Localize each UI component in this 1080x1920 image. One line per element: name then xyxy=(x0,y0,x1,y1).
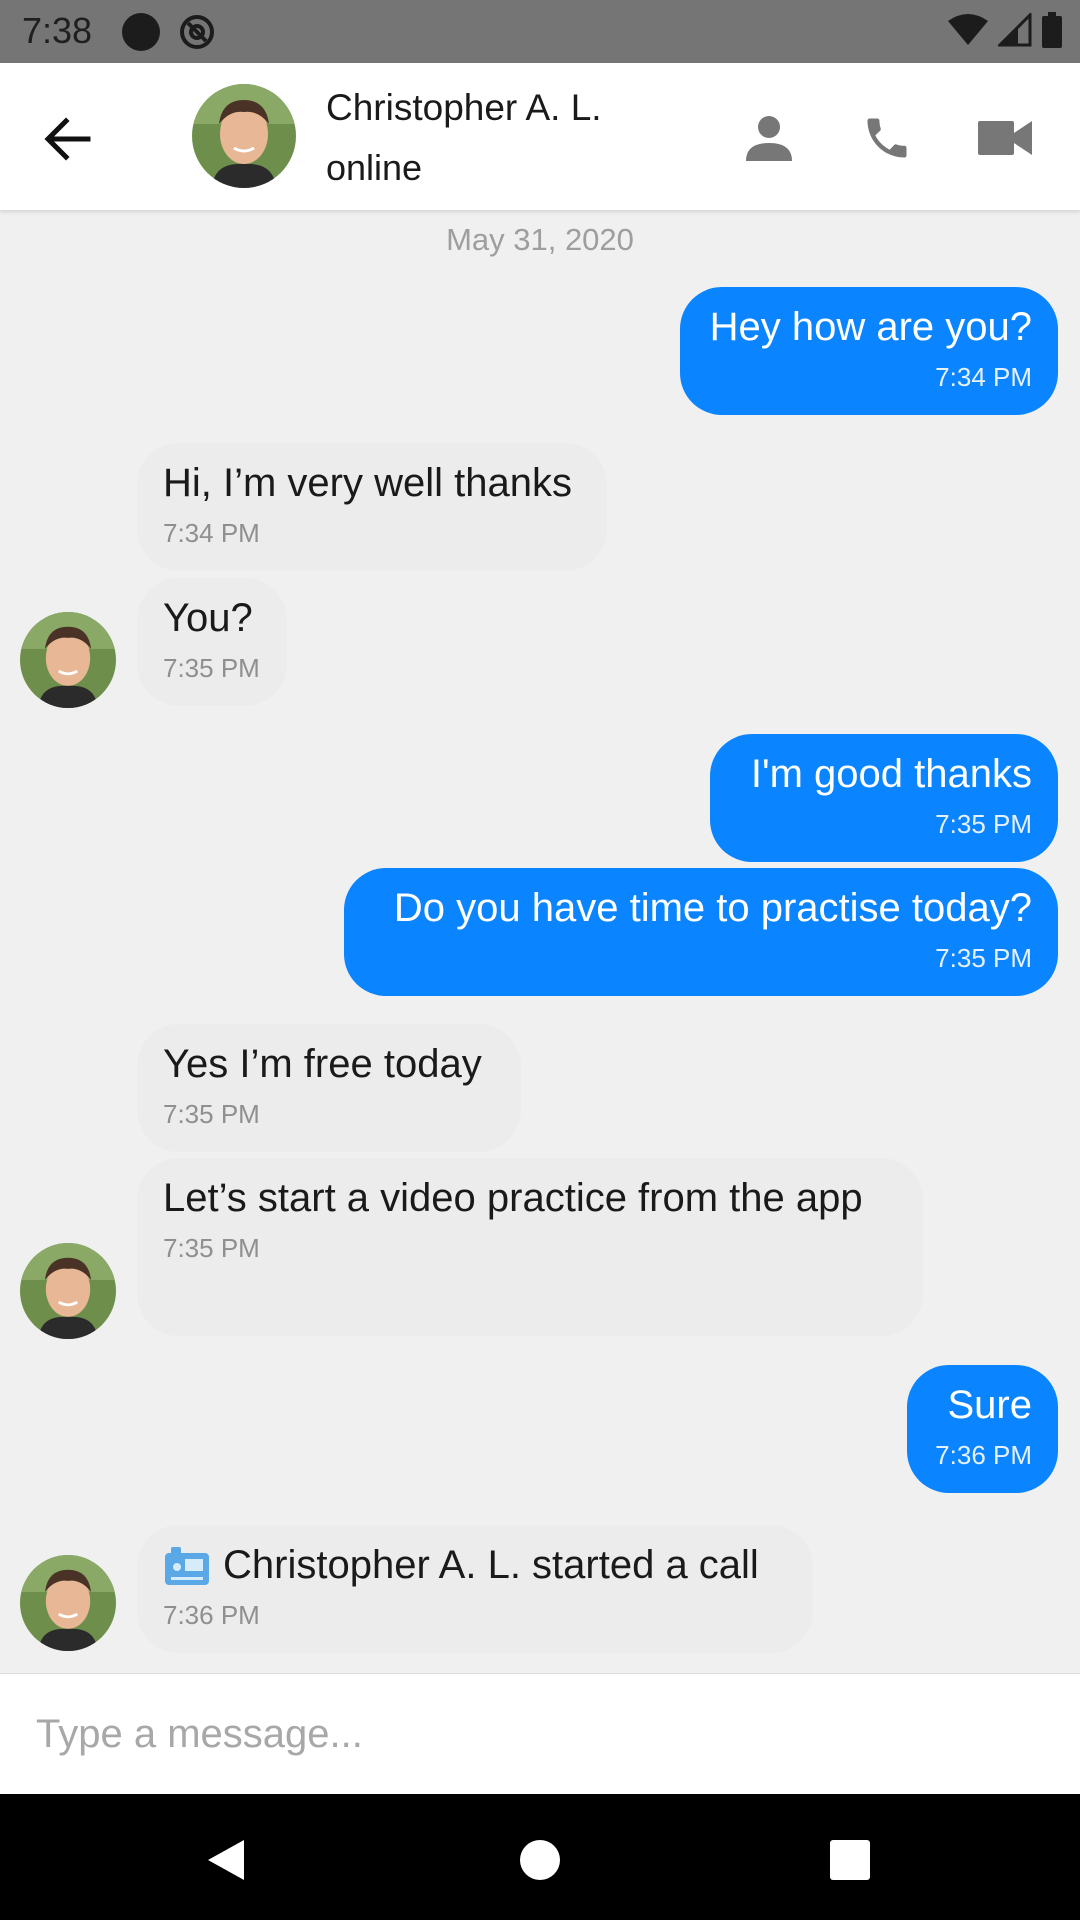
message-text: Hey how are you? xyxy=(709,305,1032,349)
status-bar: 7:38 xyxy=(0,0,1080,63)
system-nav-bar xyxy=(0,1794,1080,1920)
message-time: 7:35 PM xyxy=(163,653,260,683)
sender-avatar[interactable] xyxy=(20,612,116,708)
back-button[interactable] xyxy=(36,107,100,171)
phone-icon xyxy=(867,118,907,158)
signal-icon xyxy=(998,13,1032,47)
message-outgoing[interactable]: Do you have time to practise today? 7:35… xyxy=(344,868,1058,996)
message-text: I'm good thanks xyxy=(750,752,1032,796)
contact-avatar[interactable] xyxy=(192,84,296,188)
sender-avatar[interactable] xyxy=(20,1243,116,1339)
video-call-button[interactable] xyxy=(970,103,1040,173)
message-time: 7:34 PM xyxy=(935,362,1032,392)
message-time: 7:34 PM xyxy=(163,518,260,548)
wifi-icon xyxy=(948,14,988,45)
at-sign-icon xyxy=(180,15,214,49)
video-camera-icon xyxy=(165,1547,209,1585)
status-time: 7:38 xyxy=(22,10,93,51)
message-text: Hi, I’m very well thanks xyxy=(163,461,572,505)
arrow-left-icon xyxy=(44,117,91,161)
message-time: 7:36 PM xyxy=(163,1600,260,1630)
sender-avatar[interactable] xyxy=(20,1555,116,1651)
message-text: Let’s start a video practice from the ap… xyxy=(163,1176,863,1220)
nav-home-button[interactable] xyxy=(510,1830,570,1890)
person-icon xyxy=(746,116,792,161)
message-text: You? xyxy=(163,596,253,640)
date-separator: May 31, 2020 xyxy=(446,222,634,257)
battery-icon xyxy=(1042,12,1062,48)
message-incoming[interactable]: You? 7:35 PM xyxy=(137,578,287,706)
message-incoming[interactable]: Let’s start a video practice from the ap… xyxy=(137,1158,923,1336)
square-recents-icon xyxy=(830,1840,870,1880)
message-text: Sure xyxy=(947,1383,1033,1427)
nav-recents-button[interactable] xyxy=(820,1830,880,1890)
contact-status: online xyxy=(326,147,423,188)
message-time: 7:35 PM xyxy=(163,1233,260,1263)
voice-call-button[interactable] xyxy=(852,103,922,173)
message-outgoing[interactable]: I'm good thanks 7:35 PM xyxy=(710,734,1058,862)
call-event-message[interactable]: Christopher A. L. started a call 7:36 PM xyxy=(137,1525,813,1653)
message-text: Yes I’m free today xyxy=(163,1042,482,1086)
triangle-back-icon xyxy=(208,1840,244,1880)
message-incoming[interactable]: Yes I’m free today 7:35 PM xyxy=(137,1024,521,1152)
circle-home-icon xyxy=(520,1840,560,1880)
notification-dot-icon xyxy=(122,13,160,51)
message-time: 7:36 PM xyxy=(935,1440,1032,1470)
profile-button[interactable] xyxy=(734,103,804,173)
message-composer xyxy=(0,1673,1080,1794)
message-outgoing[interactable]: Sure 7:36 PM xyxy=(907,1365,1058,1493)
message-time: 7:35 PM xyxy=(935,809,1032,839)
message-incoming[interactable]: Hi, I’m very well thanks 7:34 PM xyxy=(137,443,607,571)
contact-name[interactable]: Christopher A. L. xyxy=(326,87,602,129)
message-time: 7:35 PM xyxy=(935,943,1032,973)
message-outgoing[interactable]: Hey how are you? 7:34 PM xyxy=(680,287,1058,415)
chat-header: Christopher A. L. online xyxy=(0,63,1080,210)
message-text: Do you have time to practise today? xyxy=(393,886,1032,930)
message-text: Christopher A. L. started a call xyxy=(223,1543,759,1587)
nav-back-button[interactable] xyxy=(196,1830,256,1890)
video-camera-icon xyxy=(978,121,1032,155)
message-input[interactable] xyxy=(36,1702,1036,1766)
message-time: 7:35 PM xyxy=(163,1099,260,1129)
